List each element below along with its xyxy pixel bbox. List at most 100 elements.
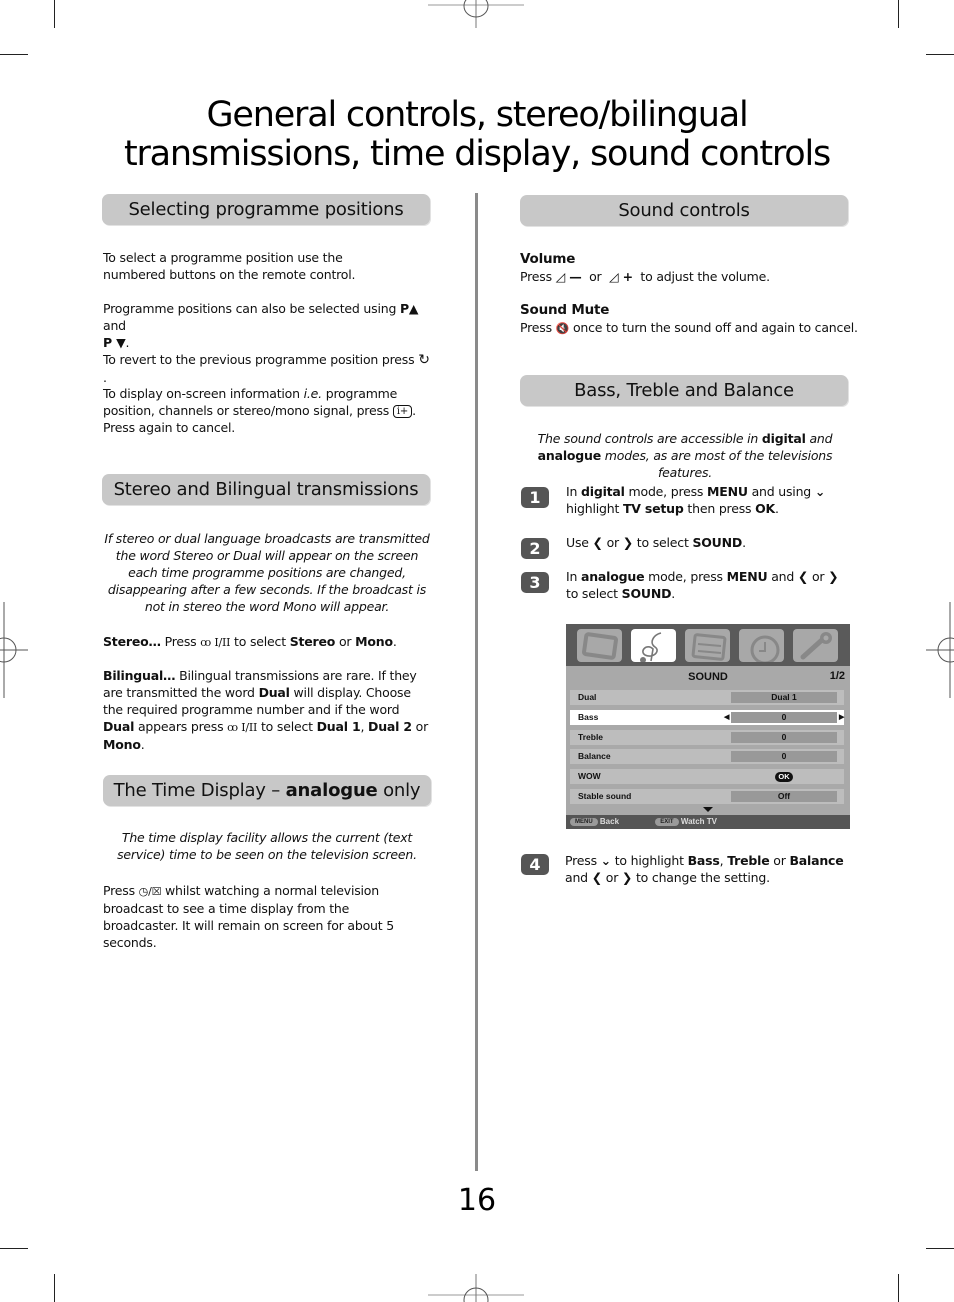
down-arrow-icon: ⌄ (814, 484, 826, 499)
row-label: Dual (578, 692, 597, 702)
music-note-icon (631, 629, 676, 663)
sliders-icon (685, 629, 730, 662)
crop-mark (926, 1248, 954, 1249)
text: Press (103, 883, 139, 898)
text: Mono (355, 634, 393, 649)
stereo-dual-icon: ꝏ I/II (227, 721, 258, 734)
left-arrow-icon: ❮ (591, 870, 602, 885)
text: Programme positions can also be selected… (103, 301, 400, 316)
text: and using (747, 484, 815, 499)
stereo-dual-icon: ꝏ I/II (200, 636, 231, 649)
sound-menu-screenshot: SOUND 1/2 Dual Dual 1 Bass ◀ 0 ▶ Treble 0 Bal… (566, 624, 850, 829)
page-number: 16 (457, 1183, 497, 1218)
sound-controls-heading: Sound controls (520, 195, 848, 226)
menu-row-balance[interactable]: Balance 0 (570, 749, 844, 764)
left-arrow-icon: ◀ (724, 714, 730, 721)
row-label: Bass (578, 712, 599, 722)
text: Press (565, 853, 601, 868)
text: Dual (103, 719, 135, 734)
registration-mark-right (926, 602, 954, 698)
text: and (565, 870, 592, 885)
volume-down-icon: ◿ — (555, 269, 582, 284)
text: or (602, 535, 623, 550)
text: The Time Display – (113, 780, 286, 801)
page-title: General controls, stereo/bilingual trans… (0, 96, 954, 174)
info-button-icon: i+ (392, 405, 413, 418)
text: to select (566, 586, 622, 601)
step-number-4: 4 (521, 854, 549, 875)
step-number-2: 2 (521, 538, 549, 559)
text: analogue (580, 569, 645, 584)
text: Dual 2 (368, 719, 412, 734)
text: digital (580, 484, 625, 499)
menu-row-stable-sound[interactable]: Stable sound Off (570, 789, 844, 804)
menu-icon-bar (566, 624, 850, 666)
mute-icon: 🔇 (555, 322, 570, 335)
watch-tv-label: Watch TV (680, 817, 717, 826)
row-label: WOW (578, 771, 601, 781)
text: . (775, 501, 779, 516)
crop-mark (898, 0, 899, 28)
volume-block: Volume Press ◿ — or ◿ + to adjust the vo… (520, 250, 850, 285)
row-value: 0 (731, 732, 837, 743)
time-intro: The time display facility allows the cur… (117, 830, 417, 862)
step-4-text: Press ⌄ to highlight Bass, Treble or Bal… (565, 852, 855, 886)
text: MENU (707, 484, 748, 499)
ok-button-icon: OK (775, 772, 793, 782)
exit-key-icon: EXIT (655, 818, 679, 826)
text: then press (683, 501, 756, 516)
wrench-icon (793, 629, 838, 662)
step-1-text: In digital mode, press MENU and using ⌄ … (566, 483, 846, 517)
step-number-3: 3 (521, 572, 549, 593)
p-down-key: P ▼ (103, 335, 126, 350)
volume-title: Volume (520, 251, 576, 267)
menu-row-wow[interactable]: WOW OK (570, 769, 844, 784)
text: or (601, 870, 622, 885)
selecting-p4: To display on-screen information i.e. pr… (103, 385, 433, 436)
row-value: 0 (731, 751, 837, 762)
registration-mark-top (428, 0, 524, 28)
text: Dual (258, 685, 290, 700)
recall-icon: ↻ (418, 352, 430, 368)
text: or (769, 853, 790, 868)
stereo-intro: If stereo or dual language broadcasts ar… (104, 531, 430, 614)
text: or (808, 569, 829, 584)
time-para: Press ◷/☒ whilst watching a normal telev… (103, 882, 423, 951)
text: i.e. (303, 386, 323, 401)
text: appears press (134, 719, 228, 734)
text: to change the setting. (632, 870, 770, 885)
text: mode, press (624, 484, 708, 499)
text: Treble (727, 853, 770, 868)
text: MENU (726, 569, 768, 584)
stereo-heading: Stereo and Bilingual transmissions (102, 474, 430, 505)
text: digital (761, 431, 806, 446)
text: to select (257, 719, 317, 734)
text: Bilingual… (103, 668, 176, 683)
registration-mark-left (0, 602, 28, 698)
text: Mono (103, 737, 141, 752)
text: analogue (285, 780, 378, 801)
text: to adjust the volume. (632, 269, 770, 284)
scroll-down-icon (703, 807, 713, 812)
row-label: Balance (578, 751, 611, 761)
menu-row-bass[interactable]: Bass ◀ 0 ▶ (570, 710, 844, 725)
text: . (125, 335, 130, 350)
menu-key-icon: MENU (570, 818, 598, 826)
text: Bass (687, 853, 720, 868)
menu-row-treble[interactable]: Treble 0 (570, 730, 844, 745)
text: To revert to the previous programme posi… (103, 352, 419, 367)
text: To display on-screen information (103, 386, 304, 401)
mute-title: Sound Mute (520, 302, 610, 318)
time-display-heading: The Time Display – analogue only (103, 775, 431, 806)
title-line-2: transmissions, time display, sound contr… (123, 134, 831, 174)
text: SOUND (692, 535, 743, 550)
p-up-key: P▲ (399, 301, 419, 316)
bass-treble-balance-heading: Bass, Treble and Balance (520, 375, 848, 406)
text: to select (230, 634, 290, 649)
text: or (335, 634, 356, 649)
crop-mark (54, 1274, 55, 1302)
text: or (411, 719, 429, 734)
mute-block: Sound Mute Press 🔇 once to turn the soun… (520, 301, 860, 337)
row-label: Treble (578, 732, 604, 742)
menu-row-dual[interactable]: Dual Dual 1 (570, 690, 844, 705)
